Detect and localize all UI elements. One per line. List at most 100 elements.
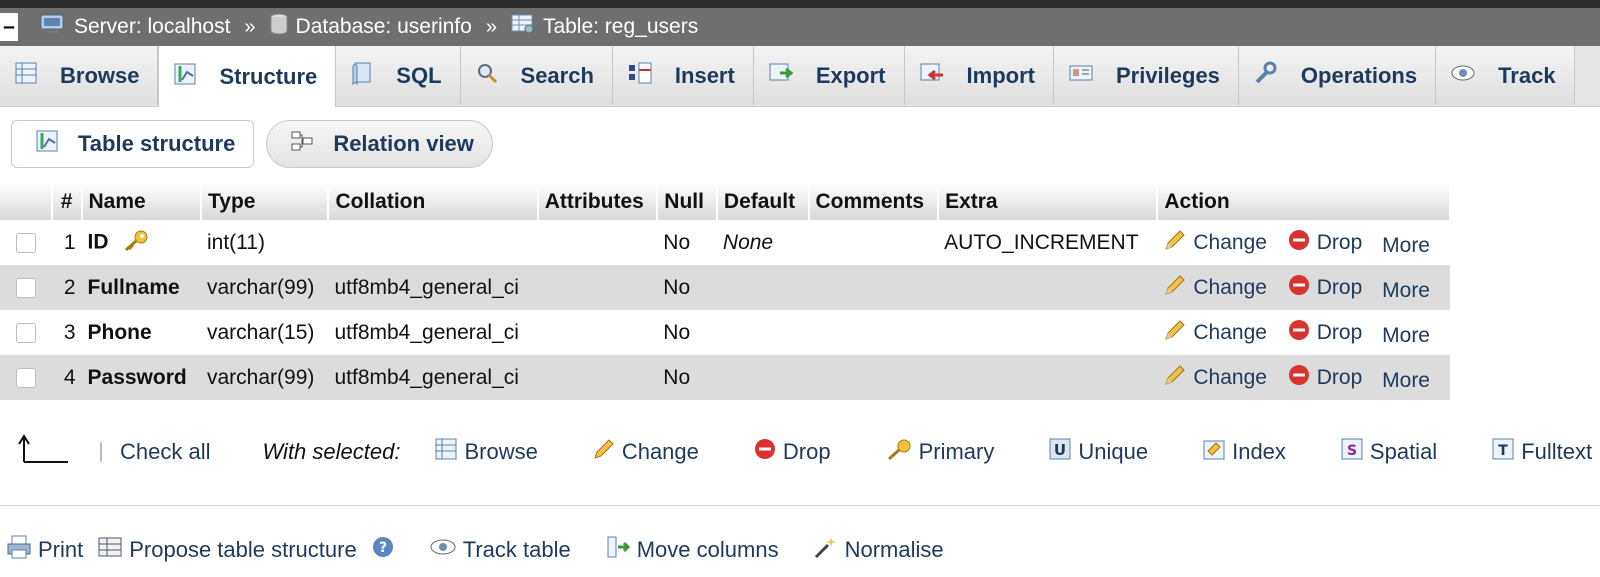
table-header-row: # Name Type Collation Attributes Null De… bbox=[0, 183, 1451, 220]
table-row: 4 Password varchar(99) utf8mb4_general_c… bbox=[0, 355, 1450, 400]
tab-browse[interactable]: Browse bbox=[0, 46, 159, 105]
breadcrumb-database[interactable]: Database: userinfo bbox=[270, 13, 472, 41]
drop-button[interactable]: Drop bbox=[1287, 318, 1362, 348]
row-checkbox[interactable] bbox=[15, 277, 36, 298]
breadcrumb-table[interactable]: Table: reg_users bbox=[511, 13, 698, 41]
row-name-cell: Fullname bbox=[81, 265, 201, 310]
field-null: No bbox=[657, 355, 717, 400]
check-all-label[interactable]: Check all bbox=[120, 439, 210, 465]
move-columns-link[interactable]: Move columns bbox=[605, 534, 779, 566]
structure-table: # Name Type Collation Attributes Null De… bbox=[0, 183, 1451, 400]
header-default[interactable]: Default bbox=[716, 183, 810, 220]
track-table-link[interactable]: Track table bbox=[429, 535, 571, 565]
browse-icon bbox=[434, 437, 458, 467]
drop-button[interactable]: Drop bbox=[1287, 363, 1362, 393]
more-button[interactable]: More bbox=[1382, 279, 1430, 303]
drop-button[interactable]: Drop bbox=[1287, 273, 1362, 303]
help-icon[interactable]: ? bbox=[371, 535, 395, 565]
tab-search[interactable]: Search bbox=[460, 46, 613, 105]
bulk-browse-button[interactable]: Browse bbox=[434, 437, 538, 467]
check-all-checkbox[interactable] bbox=[100, 442, 102, 462]
header-attributes[interactable]: Attributes bbox=[537, 183, 659, 220]
normalise-link[interactable]: Normalise bbox=[813, 534, 944, 566]
bulk-fulltext-button[interactable]: T Fulltext bbox=[1491, 437, 1592, 467]
more-button[interactable]: More bbox=[1382, 369, 1430, 393]
tab-import[interactable]: Import bbox=[904, 46, 1054, 105]
pencil-icon bbox=[592, 437, 616, 467]
window-top-strip bbox=[0, 0, 1600, 8]
field-comments bbox=[809, 310, 939, 355]
field-attributes bbox=[538, 220, 658, 265]
breadcrumb-server-label: Server: localhost bbox=[74, 15, 231, 38]
change-button[interactable]: Change bbox=[1163, 228, 1267, 258]
breadcrumb-database-label: Database: userinfo bbox=[295, 15, 472, 38]
more-button[interactable]: More bbox=[1382, 234, 1430, 258]
structure-icon bbox=[34, 129, 60, 159]
tab-sql[interactable]: SQL bbox=[336, 46, 461, 105]
change-button[interactable]: Change bbox=[1163, 318, 1267, 348]
sql-icon bbox=[350, 60, 374, 92]
field-name[interactable]: Fullname bbox=[88, 276, 180, 299]
with-selected-bar: Check all With selected: Browse Change D… bbox=[18, 432, 1600, 472]
pencil-icon bbox=[1163, 273, 1187, 303]
print-link[interactable]: Print bbox=[6, 534, 83, 566]
bulk-drop-button[interactable]: Drop bbox=[753, 437, 831, 467]
field-collation: utf8mb4_general_ci bbox=[328, 265, 538, 310]
row-actions: Change Drop More bbox=[1157, 310, 1450, 355]
bulk-change-button[interactable]: Change bbox=[592, 437, 699, 467]
tab-insert[interactable]: Insert bbox=[612, 46, 754, 105]
field-comments bbox=[808, 265, 939, 310]
tab-export[interactable]: Export bbox=[753, 46, 905, 105]
relation-view-button[interactable]: Relation view bbox=[266, 120, 493, 168]
breadcrumb-table-label: Table: reg_users bbox=[542, 15, 699, 38]
field-name[interactable]: Password bbox=[88, 366, 187, 389]
pencil-icon bbox=[1163, 318, 1187, 348]
drop-button[interactable]: Drop bbox=[1287, 228, 1362, 258]
tab-structure[interactable]: Structure bbox=[158, 46, 337, 107]
change-button[interactable]: Change bbox=[1163, 273, 1267, 303]
bulk-index-button[interactable]: Index bbox=[1202, 437, 1286, 467]
insert-icon bbox=[627, 61, 653, 91]
tab-tracking[interactable]: Track bbox=[1436, 46, 1575, 105]
field-type: varchar(15) bbox=[207, 320, 315, 344]
bulk-unique-button[interactable]: U Unique bbox=[1048, 437, 1148, 467]
drop-icon bbox=[1287, 228, 1311, 258]
header-comments[interactable]: Comments bbox=[808, 183, 940, 220]
bulk-primary-button[interactable]: Primary bbox=[885, 437, 994, 467]
field-default bbox=[717, 310, 809, 355]
header-num[interactable]: # bbox=[51, 183, 83, 220]
header-collation[interactable]: Collation bbox=[328, 183, 539, 220]
field-null: No bbox=[663, 320, 691, 344]
field-null: No bbox=[663, 230, 691, 254]
primary-key-icon bbox=[885, 437, 913, 467]
table-icon bbox=[511, 13, 535, 41]
header-name[interactable]: Name bbox=[81, 183, 203, 220]
breadcrumb-separator: » bbox=[244, 15, 256, 38]
header-type[interactable]: Type bbox=[201, 183, 330, 220]
svg-text:S: S bbox=[1347, 443, 1357, 459]
server-icon bbox=[40, 13, 66, 41]
tab-privileges[interactable]: Privileges bbox=[1053, 46, 1239, 105]
change-button[interactable]: Change bbox=[1163, 363, 1267, 393]
structure-icon bbox=[173, 62, 197, 92]
row-name-cell: Password bbox=[81, 355, 201, 400]
row-checkbox[interactable] bbox=[15, 367, 36, 388]
propose-structure-link[interactable]: Propose table structure bbox=[97, 534, 357, 566]
collapse-nav-button[interactable]: – bbox=[0, 13, 18, 41]
bulk-spatial-button[interactable]: S Spatial bbox=[1340, 437, 1437, 467]
drop-icon bbox=[753, 437, 777, 467]
breadcrumb-server[interactable]: Server: localhost bbox=[40, 13, 230, 41]
row-name-cell: ID bbox=[82, 220, 201, 265]
field-name[interactable]: ID bbox=[88, 230, 109, 253]
tab-operations[interactable]: Operations bbox=[1238, 46, 1437, 105]
field-collation: utf8mb4_general_ci bbox=[334, 320, 519, 344]
row-checkbox[interactable] bbox=[15, 232, 36, 253]
table-structure-button[interactable]: Table structure bbox=[11, 120, 255, 168]
more-button[interactable]: More bbox=[1382, 324, 1430, 348]
header-null[interactable]: Null bbox=[657, 183, 718, 220]
table-row: 1 ID int(11) No None AUTO_INCREMENT Chan… bbox=[0, 220, 1450, 265]
row-actions: Change Drop More bbox=[1157, 220, 1450, 265]
header-extra[interactable]: Extra bbox=[938, 183, 1159, 220]
row-checkbox[interactable] bbox=[15, 322, 36, 343]
field-name[interactable]: Phone bbox=[88, 321, 152, 344]
